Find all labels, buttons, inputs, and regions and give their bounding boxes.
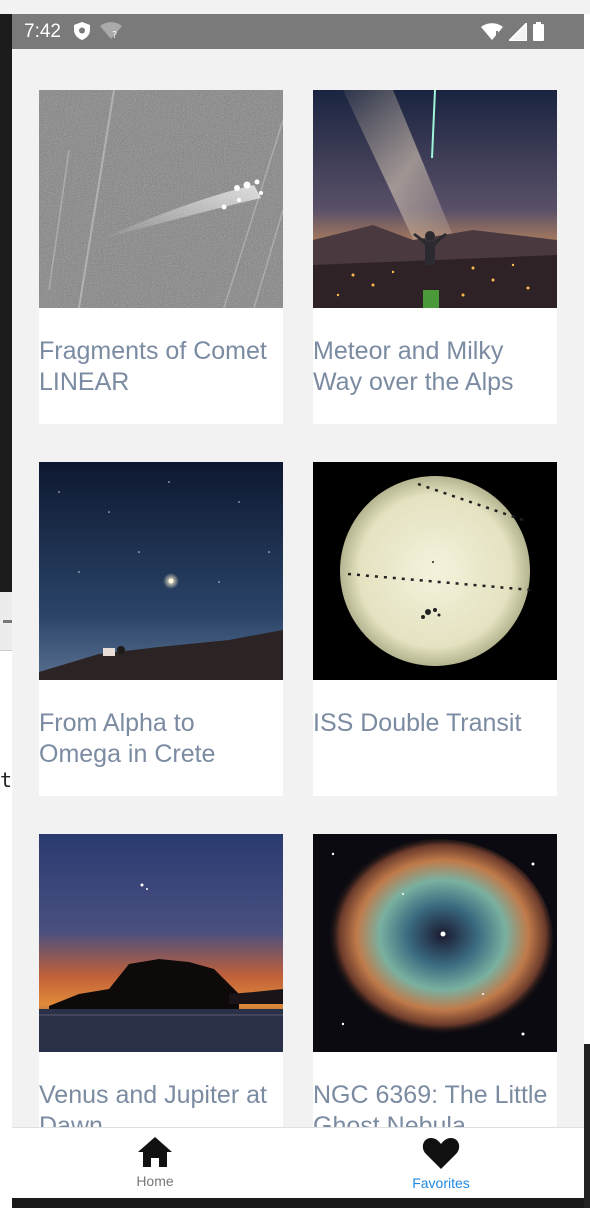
battery-icon: [533, 22, 544, 46]
card-title: ISS Double Transit: [313, 709, 522, 737]
apod-card[interactable]: Fragments of Comet LINEAR: [39, 90, 283, 424]
apod-card[interactable]: Venus and Jupiter at Dawn: [39, 834, 283, 1127]
desktop-side-panel: [0, 592, 12, 1208]
desktop-stray-text: t: [0, 768, 13, 792]
signal-icon: [506, 20, 528, 46]
svg-text:?: ?: [112, 30, 117, 40]
nav-favorites-label: Favorites: [412, 1175, 470, 1191]
apod-card[interactable]: NGC 6369: The Little Ghost Nebula: [313, 834, 557, 1127]
apod-card[interactable]: From Alpha to Omega in Crete: [39, 462, 283, 796]
card-title: Venus and Jupiter at Dawn: [39, 1081, 267, 1127]
iss-sun-transit-photo: [313, 462, 557, 680]
nav-home-label: Home: [136, 1173, 174, 1189]
bottom-navigation: Home Favorites: [12, 1127, 584, 1198]
venus-jupiter-dawn-photo: [39, 834, 283, 1052]
phone-screen: 7:42 ? Fragments of Comet LINEAR Meteor …: [12, 14, 584, 1198]
home-icon: [138, 1137, 172, 1167]
heart-icon: [422, 1138, 460, 1169]
shield-icon: [74, 22, 90, 45]
card-title: From Alpha to Omega in Crete: [39, 709, 216, 768]
nav-favorites-tab[interactable]: Favorites: [298, 1128, 584, 1198]
desktop-background-right-dark: [584, 1044, 590, 1208]
apod-card[interactable]: Meteor and Milky Way over the Alps: [313, 90, 557, 424]
comet-fragments-photo: [39, 90, 283, 308]
nav-home-tab[interactable]: Home: [12, 1128, 298, 1198]
card-title: Fragments of Comet LINEAR: [39, 337, 267, 396]
status-bar: 7:42 ?: [12, 14, 584, 49]
desktop-background-top: [0, 0, 590, 14]
card-title: NGC 6369: The Little Ghost Nebula: [313, 1081, 548, 1127]
wifi-unknown-icon: ?: [100, 22, 122, 45]
meteor-milky-way-photo: [313, 90, 557, 308]
ghost-nebula-photo: [313, 834, 557, 1052]
desktop-dash: [3, 620, 12, 623]
crete-night-sky-photo: [39, 462, 283, 680]
wifi-icon: [481, 22, 503, 46]
status-time: 7:42: [24, 21, 61, 42]
card-title: Meteor and Milky Way over the Alps: [313, 337, 514, 396]
apod-card[interactable]: ISS Double Transit: [313, 462, 557, 796]
desktop-background-right: [584, 14, 590, 1208]
desktop-background-bottom: [12, 1198, 584, 1208]
favorites-grid: Fragments of Comet LINEAR Meteor and Mil…: [12, 49, 584, 1127]
